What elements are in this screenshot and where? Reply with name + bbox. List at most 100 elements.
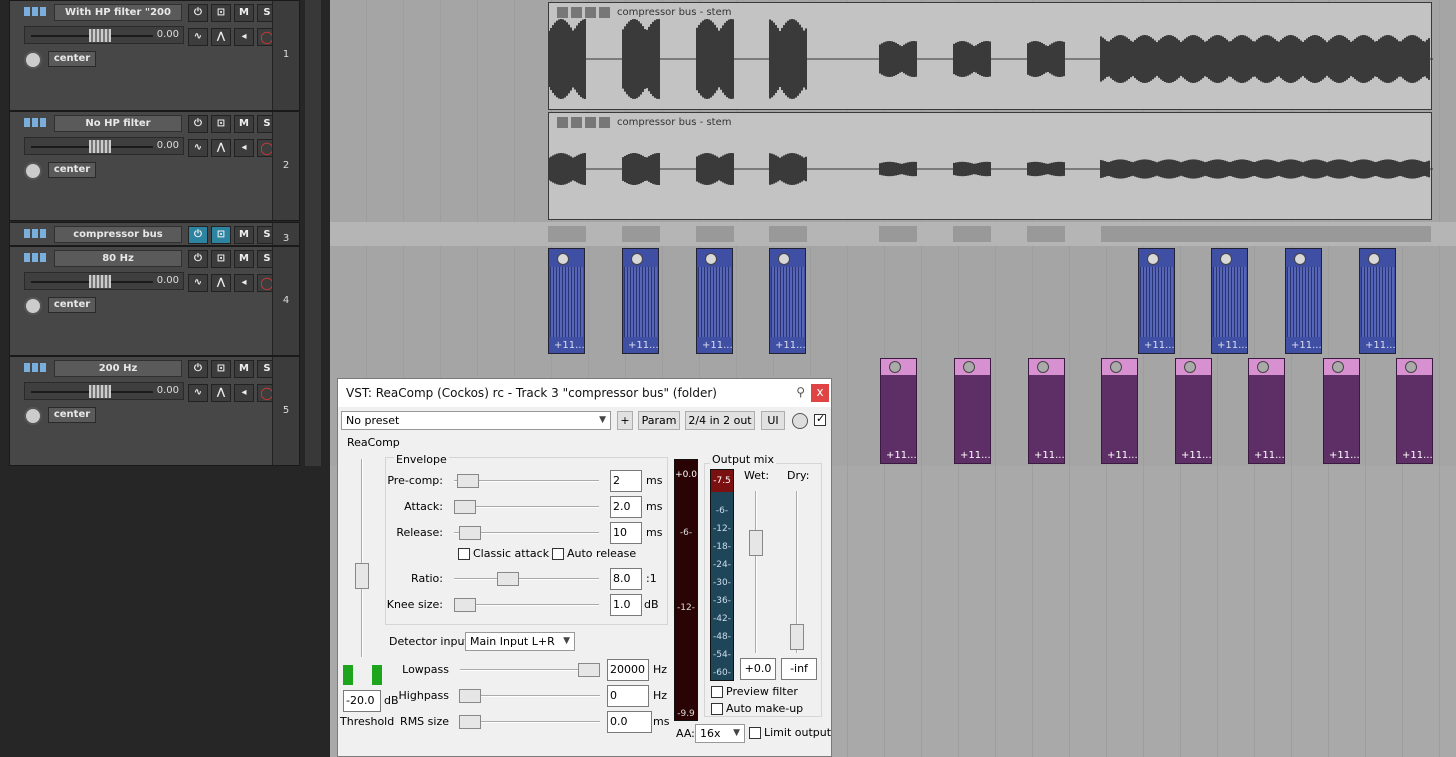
ratio-thumb[interactable] bbox=[497, 572, 520, 586]
notes-icon[interactable] bbox=[599, 7, 610, 18]
tcp-scroll-divider[interactable] bbox=[305, 0, 321, 466]
lowpass-thumb[interactable] bbox=[578, 663, 601, 677]
track-2[interactable]: No HP filter ⏻ ⊡ M S 0.00 ∿ ⋀ ◂ ◯ center… bbox=[9, 111, 300, 221]
pan-knob[interactable] bbox=[24, 297, 42, 315]
item-knob-icon[interactable] bbox=[1220, 253, 1232, 265]
item-knob-icon[interactable] bbox=[1037, 361, 1049, 373]
item-knob-icon[interactable] bbox=[1294, 253, 1306, 265]
track-4-lane[interactable]: +11... +11... +11... +11... +11... +11... +11.… bbox=[330, 246, 1456, 356]
volume-knob[interactable] bbox=[89, 385, 111, 398]
track-io-icon[interactable] bbox=[24, 253, 46, 262]
ratio-slider[interactable] bbox=[450, 572, 603, 586]
item-icons[interactable] bbox=[557, 7, 610, 18]
phase-icon[interactable]: ⏻ bbox=[188, 360, 208, 378]
media-item[interactable]: +11... bbox=[769, 248, 806, 354]
highpass-slider[interactable] bbox=[456, 689, 604, 703]
media-item[interactable]: +11... bbox=[548, 248, 585, 354]
automation-icon[interactable]: ⋀ bbox=[211, 384, 231, 402]
track-io-icon[interactable] bbox=[24, 363, 46, 372]
auto-release-checkbox[interactable] bbox=[552, 548, 564, 560]
track-3-lane[interactable] bbox=[330, 222, 1456, 246]
knee-slider[interactable] bbox=[450, 598, 603, 612]
release-thumb[interactable] bbox=[459, 526, 482, 540]
media-item[interactable]: +11... bbox=[1359, 248, 1396, 354]
track-io-icon[interactable] bbox=[24, 7, 46, 16]
track-name[interactable]: 80 Hz bbox=[54, 250, 182, 267]
folder-item[interactable] bbox=[769, 226, 807, 242]
fx-button[interactable]: ⊡ bbox=[211, 360, 231, 378]
track-io-icon[interactable] bbox=[24, 118, 46, 127]
phase-icon[interactable]: ⏻ bbox=[188, 250, 208, 268]
preset-select[interactable]: No preset ▼ bbox=[341, 411, 611, 430]
mute-button[interactable]: M bbox=[234, 226, 254, 244]
media-item[interactable]: +11... bbox=[696, 248, 733, 354]
track-name[interactable]: With HP filter "200 bbox=[54, 4, 182, 21]
highpass-thumb[interactable] bbox=[458, 689, 481, 703]
knee-thumb[interactable] bbox=[453, 598, 476, 612]
mute-icon[interactable] bbox=[571, 7, 582, 18]
item-knob-icon[interactable] bbox=[1332, 361, 1344, 373]
fx-icon[interactable] bbox=[585, 117, 596, 128]
precomp-thumb[interactable] bbox=[456, 474, 479, 488]
fx-button[interactable]: ⊡ bbox=[211, 250, 231, 268]
media-item[interactable]: +11... bbox=[880, 358, 917, 464]
fx-window[interactable]: VST: ReaComp (Cockos) rc - Track 3 "comp… bbox=[337, 378, 832, 757]
mute-button[interactable]: M bbox=[234, 4, 254, 22]
volume-knob[interactable] bbox=[89, 140, 111, 153]
preview-filter-checkbox[interactable] bbox=[711, 686, 723, 698]
highpass-input[interactable]: 0 bbox=[607, 685, 649, 707]
media-item[interactable]: +11... bbox=[1101, 358, 1138, 464]
lowpass-slider[interactable] bbox=[456, 663, 604, 677]
pin-icon[interactable]: ⚲ bbox=[796, 385, 805, 399]
classic-attack-checkbox[interactable] bbox=[458, 548, 470, 560]
media-item-track-1[interactable]: compressor bus - stem bbox=[548, 2, 1433, 110]
dry-slider[interactable] bbox=[789, 487, 805, 657]
pan-knob[interactable] bbox=[24, 407, 42, 425]
mute-button[interactable]: M bbox=[234, 360, 254, 378]
monitor-icon[interactable]: ◂ bbox=[234, 384, 254, 402]
pan-knob[interactable] bbox=[24, 162, 42, 180]
item-knob-icon[interactable] bbox=[1184, 361, 1196, 373]
folder-item[interactable] bbox=[1101, 226, 1431, 242]
release-input[interactable]: 10 bbox=[610, 522, 642, 544]
media-item[interactable]: +11... bbox=[1138, 248, 1175, 354]
media-item[interactable]: +11... bbox=[1396, 358, 1433, 464]
media-item[interactable]: +11... bbox=[1211, 248, 1248, 354]
precomp-slider[interactable] bbox=[450, 474, 603, 488]
attack-slider[interactable] bbox=[450, 500, 603, 514]
fx-titlebar[interactable]: VST: ReaComp (Cockos) rc - Track 3 "comp… bbox=[338, 379, 831, 407]
folder-item[interactable] bbox=[1027, 226, 1065, 242]
pan-knob[interactable] bbox=[24, 51, 42, 69]
folder-item[interactable] bbox=[548, 226, 586, 242]
track-io-icon[interactable] bbox=[24, 229, 46, 238]
envelope-icon[interactable]: ∿ bbox=[188, 28, 208, 46]
knee-input[interactable]: 1.0 bbox=[610, 594, 642, 616]
threshold-input[interactable]: -20.0 bbox=[343, 690, 381, 712]
folder-item[interactable] bbox=[696, 226, 734, 242]
param-button[interactable]: Param bbox=[638, 411, 680, 430]
notes-icon[interactable] bbox=[599, 117, 610, 128]
track-1[interactable]: With HP filter "200 ⏻ ⊡ M S 0.00 ∿ ⋀ ◂ ◯… bbox=[9, 0, 300, 111]
item-knob-icon[interactable] bbox=[963, 361, 975, 373]
aa-select[interactable]: 16x ▼ bbox=[695, 724, 745, 743]
volume-knob[interactable] bbox=[89, 275, 111, 288]
lock-icon[interactable] bbox=[557, 117, 568, 128]
detector-select[interactable]: Main Input L+R ▼ bbox=[465, 632, 575, 651]
media-item[interactable]: +11... bbox=[1028, 358, 1065, 464]
fx-button[interactable]: ⊡ bbox=[211, 4, 231, 22]
dry-thumb[interactable] bbox=[790, 623, 804, 650]
mute-icon[interactable] bbox=[571, 117, 582, 128]
media-item[interactable]: +11... bbox=[954, 358, 991, 464]
auto-makeup-checkbox[interactable] bbox=[711, 703, 723, 715]
media-item-track-2[interactable]: compressor bus - stem bbox=[548, 112, 1433, 220]
item-knob-icon[interactable] bbox=[1147, 253, 1159, 265]
item-knob-icon[interactable] bbox=[1257, 361, 1269, 373]
media-item[interactable]: +11... bbox=[1323, 358, 1360, 464]
item-knob-icon[interactable] bbox=[631, 253, 643, 265]
automation-icon[interactable]: ⋀ bbox=[211, 274, 231, 292]
fx-button[interactable]: ⊡ bbox=[211, 226, 231, 244]
limit-output-checkbox[interactable] bbox=[749, 727, 761, 739]
folder-item[interactable] bbox=[622, 226, 660, 242]
monitor-icon[interactable]: ◂ bbox=[234, 274, 254, 292]
dry-input[interactable]: -inf bbox=[781, 658, 817, 680]
